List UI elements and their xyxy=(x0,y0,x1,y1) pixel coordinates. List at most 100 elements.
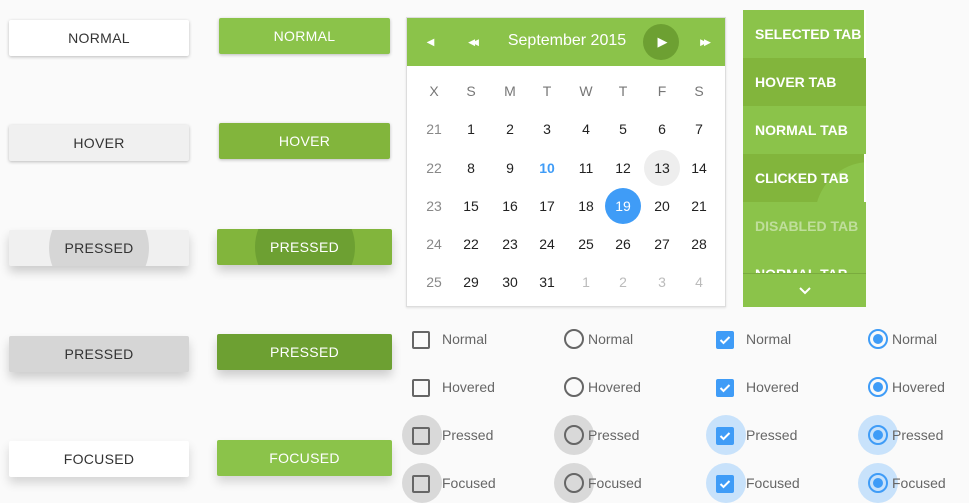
radio-unchecked-pressed[interactable]: Pressed xyxy=(554,415,664,455)
calendar-day[interactable]: 9 xyxy=(492,150,528,186)
raised-button-focused[interactable]: FOCUSED xyxy=(217,440,392,476)
tab-normal[interactable]: NORMAL TAB xyxy=(743,106,866,154)
checkbox-unchecked-normal[interactable]: Normal xyxy=(412,329,512,349)
calendar-day[interactable]: 6 xyxy=(644,111,680,147)
tab-label: CLICKED TAB xyxy=(755,170,849,186)
calendar-day[interactable]: 11 xyxy=(568,150,604,186)
checkbox-checked-hovered[interactable]: Hovered xyxy=(716,377,816,397)
tab-hover[interactable]: HOVER TAB xyxy=(743,58,866,106)
calendar-day[interactable]: 5 xyxy=(605,111,641,147)
checkbox-icon xyxy=(412,426,430,445)
raised-button-hover[interactable]: HOVER xyxy=(219,123,390,159)
button-label: HOVER xyxy=(73,135,125,151)
calendar-day[interactable]: 16 xyxy=(492,188,528,224)
calendar-day[interactable]: 24 xyxy=(529,226,565,262)
calendar-day[interactable]: 19 xyxy=(605,188,641,224)
control-label: Pressed xyxy=(892,427,944,443)
raised-button-normal[interactable]: NORMAL xyxy=(219,18,390,54)
calendar-day[interactable]: 7 xyxy=(681,111,717,147)
tabs-scroll-down-button[interactable] xyxy=(743,273,866,307)
calendar-day[interactable]: 1 xyxy=(568,264,604,300)
tab-selected[interactable]: SELECTED TAB xyxy=(743,10,866,58)
calendar-day[interactable]: 25 xyxy=(568,226,604,262)
calendar-day[interactable]: 8 xyxy=(453,150,489,186)
calendar-day[interactable]: 3 xyxy=(644,264,680,300)
double-left-icon[interactable]: ◀◀ xyxy=(460,30,484,54)
radio-unchecked-normal[interactable]: Normal xyxy=(564,329,664,349)
calendar-day[interactable]: 13 xyxy=(644,150,680,186)
triangle-left-icon[interactable]: ◀ xyxy=(417,30,441,54)
calendar-day[interactable]: 2 xyxy=(492,111,528,147)
date-picker: ◀ ◀◀ ▶ ▶▶ September 2015 X S M T W T F S 21 1 2 3 4 5 6 7 22 8… xyxy=(406,17,726,307)
control-label: Focused xyxy=(892,475,946,491)
radio-checked-focused[interactable]: Focused xyxy=(858,463,968,503)
checkbox-icon xyxy=(716,330,734,349)
radio-icon xyxy=(564,377,584,397)
calendar-day[interactable]: 3 xyxy=(529,111,565,147)
calendar-day[interactable]: 12 xyxy=(605,150,641,186)
checkbox-icon xyxy=(716,378,734,397)
flat-button-focused[interactable]: FOCUSED xyxy=(9,441,189,477)
radio-icon xyxy=(868,473,888,493)
flat-button-normal[interactable]: NORMAL xyxy=(9,20,189,56)
tab-label: HOVER TAB xyxy=(755,74,837,90)
radio-checked-normal[interactable]: Normal xyxy=(868,329,968,349)
calendar-day[interactable]: 18 xyxy=(568,188,604,224)
weekday-header: X xyxy=(429,83,439,99)
flat-button-pressed[interactable]: PRESSED xyxy=(9,230,189,266)
tab-label: DISABLED TAB xyxy=(755,218,859,234)
flat-button-hover[interactable]: HOVER xyxy=(9,125,189,161)
raised-button-pressed[interactable]: PRESSED xyxy=(217,229,392,265)
checkbox-unchecked-focused[interactable]: Focused xyxy=(402,463,512,503)
calendar-day[interactable]: 29 xyxy=(453,264,489,300)
checkbox-checked-normal[interactable]: Normal xyxy=(716,329,816,349)
button-label: FOCUSED xyxy=(63,451,135,467)
radio-unchecked-focused[interactable]: Focused xyxy=(554,463,664,503)
radio-icon xyxy=(564,329,584,349)
calendar-day[interactable]: 14 xyxy=(681,150,717,186)
radio-checked-pressed[interactable]: Pressed xyxy=(858,415,968,455)
calendar-day[interactable]: 23 xyxy=(492,226,528,262)
calendar-day[interactable]: 22 xyxy=(453,226,489,262)
vertical-tab-bar: SELECTED TAB HOVER TAB NORMAL TAB CLICKED T… xyxy=(743,10,866,307)
double-right-icon[interactable]: ▶▶ xyxy=(692,30,716,54)
control-label: Hovered xyxy=(746,379,799,395)
calendar-day[interactable]: 17 xyxy=(529,188,565,224)
calendar-day[interactable]: 1 xyxy=(453,111,489,147)
tab-indicator xyxy=(864,10,866,58)
checkbox-checked-pressed[interactable]: Pressed xyxy=(706,415,816,455)
checkbox-unchecked-pressed[interactable]: Pressed xyxy=(402,415,512,455)
checkbox-checked-focused[interactable]: Focused xyxy=(706,463,816,503)
calendar-day[interactable]: 20 xyxy=(644,188,680,224)
triangle-right-icon[interactable]: ▶ xyxy=(649,30,673,54)
checkbox-icon xyxy=(412,474,430,493)
calendar-day[interactable]: 4 xyxy=(681,264,717,300)
check-icon xyxy=(719,479,731,488)
control-label: Focused xyxy=(588,475,642,491)
radio-icon xyxy=(868,329,888,349)
calendar-day[interactable]: 2 xyxy=(605,264,641,300)
radio-unchecked-hovered[interactable]: Hovered xyxy=(564,377,664,397)
calendar-day[interactable]: 15 xyxy=(453,188,489,224)
raised-button-pressed2[interactable]: PRESSED xyxy=(217,334,392,370)
calendar-day[interactable]: 28 xyxy=(681,226,717,262)
flat-button-pressed2[interactable]: PRESSED xyxy=(9,336,189,372)
checkbox-unchecked-hovered[interactable]: Hovered xyxy=(412,377,512,397)
month-title: September 2015 xyxy=(507,32,627,49)
tab-clicked[interactable]: CLICKED TAB xyxy=(743,154,866,202)
radio-checked-hovered[interactable]: Hovered xyxy=(868,377,968,397)
calendar-day[interactable]: 10 xyxy=(529,150,565,186)
button-label: HOVER xyxy=(278,133,331,149)
calendar-day[interactable]: 27 xyxy=(644,226,680,262)
control-label: Pressed xyxy=(442,427,494,443)
week-number: 25 xyxy=(426,274,442,290)
button-label: PRESSED xyxy=(269,239,339,255)
button-label: FOCUSED xyxy=(269,450,340,466)
chevron-down-icon xyxy=(798,286,811,294)
calendar-day[interactable]: 30 xyxy=(492,264,528,300)
calendar-day[interactable]: 26 xyxy=(605,226,641,262)
calendar-day[interactable]: 4 xyxy=(568,111,604,147)
control-label: Hovered xyxy=(588,379,641,395)
calendar-day[interactable]: 31 xyxy=(529,264,565,300)
calendar-day[interactable]: 21 xyxy=(681,188,717,224)
